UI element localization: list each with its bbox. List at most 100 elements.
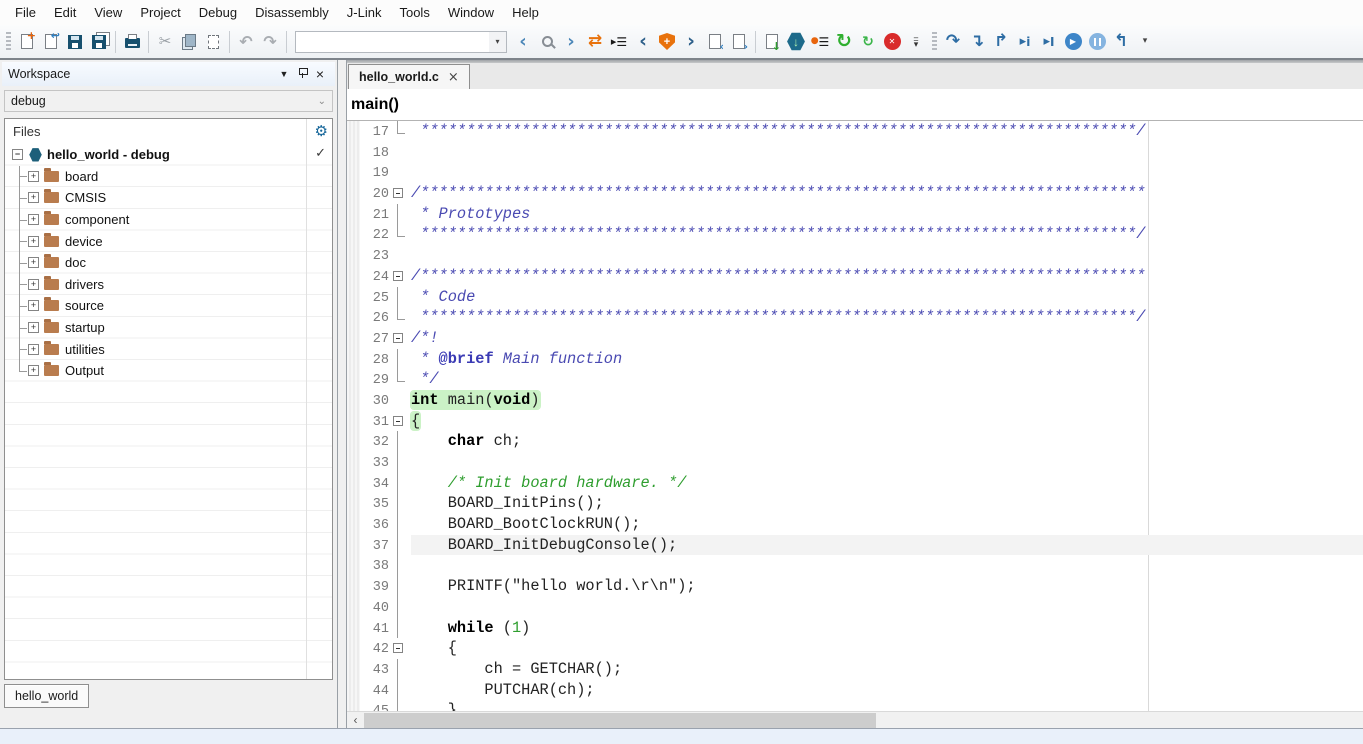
code-line-44[interactable]: 44 PUTCHAR(ch); [347,680,1363,701]
undo-icon[interactable]: ↶ [234,29,258,55]
tree-item-source[interactable]: +source [5,295,306,317]
code-line-40[interactable]: 40 [347,597,1363,618]
code-line-41[interactable]: 41 while (1) [347,618,1363,639]
quick-search-dropdown-icon[interactable]: ▾ [489,32,506,52]
browse-forward-icon[interactable]: › [559,29,583,55]
menu-tools[interactable]: Tools [390,2,438,23]
code-line-28[interactable]: 28 * @brief Main function [347,349,1363,370]
tree-item-board[interactable]: +board [5,166,306,188]
menu-disassembly[interactable]: Disassembly [246,2,338,23]
tree-item-cmsis[interactable]: +CMSIS [5,187,306,209]
scrollbar-thumb[interactable] [364,713,876,728]
open-file-icon[interactable]: ↩ [39,29,63,55]
expand-icon[interactable]: + [28,171,39,182]
expand-icon[interactable]: + [28,236,39,247]
code-line-29[interactable]: 29 */ [347,369,1363,390]
tree-item-drivers[interactable]: +drivers [5,274,306,296]
code-area[interactable]: 17 *************************************… [347,121,1363,711]
make-icon[interactable]: ↓ [760,29,784,55]
code-line-26[interactable]: 26 *************************************… [347,307,1363,328]
code-line-38[interactable]: 38 [347,555,1363,576]
step-into-icon[interactable]: ↴ [965,29,989,55]
code-line-21[interactable]: 21 * Prototypes [347,204,1363,225]
fold-marker-start[interactable] [393,183,411,204]
scroll-left-icon[interactable]: ‹ [347,712,364,728]
code-line-43[interactable]: 43 ch = GETCHAR(); [347,659,1363,680]
cut-icon[interactable]: ✂ [153,29,177,55]
code-line-20[interactable]: 20/*************************************… [347,183,1363,204]
expand-icon[interactable]: + [28,365,39,376]
code-line-45[interactable]: 45 } [347,700,1363,711]
code-line-39[interactable]: 39 PRINTF("hello world.\r\n"); [347,576,1363,597]
next-statement-icon[interactable]: ▸i [1013,29,1037,55]
code-line-36[interactable]: 36 BOARD_BootClockRUN(); [347,514,1363,535]
gear-icon[interactable]: ⚙ [315,122,328,140]
workspace-pin-icon[interactable] [293,65,311,83]
fold-marker-start[interactable] [393,328,411,349]
fold-marker-start[interactable] [393,411,411,432]
toolbar-grip-icon[interactable] [6,32,11,52]
tab-close-icon[interactable]: × [448,70,459,85]
workspace-close-icon[interactable]: × [311,66,329,82]
tree-item-utilities[interactable]: +utilities [5,338,306,360]
configuration-select[interactable]: debug ⌄ [4,90,333,112]
workspace-bottom-tab[interactable]: hello_world [4,684,89,708]
find-previous-icon[interactable]: ‹ [631,29,655,55]
expand-icon[interactable]: + [28,300,39,311]
code-line-18[interactable]: 18 [347,142,1363,163]
code-line-27[interactable]: 27/*! [347,328,1363,349]
code-line-25[interactable]: 25 * Code [347,287,1363,308]
toolbar-dropdown-icon[interactable]: ▾ [1133,29,1157,55]
step-out-icon[interactable]: ↱ [989,29,1013,55]
print-icon[interactable] [120,29,144,55]
code-line-33[interactable]: 33 [347,452,1363,473]
reset-icon[interactable]: ↰ [1109,29,1133,55]
code-line-22[interactable]: 22 *************************************… [347,224,1363,245]
code-line-30[interactable]: 30int main(void) [347,390,1363,411]
workspace-dropdown-icon[interactable]: ▼ [275,69,293,79]
menu-j-link[interactable]: J-Link [338,2,391,23]
find-next-icon[interactable]: › [679,29,703,55]
new-file-icon[interactable]: + [15,29,39,55]
code-line-31[interactable]: 31{ [347,411,1363,432]
tree-item-output[interactable]: +Output [5,360,306,382]
code-line-35[interactable]: 35 BOARD_InitPins(); [347,493,1363,514]
quick-search-input[interactable] [296,32,489,52]
toolbar-options-icon[interactable]: =▾ [904,29,928,55]
context-function-label[interactable]: main() [347,96,399,114]
menu-project[interactable]: Project [131,2,189,23]
paste-icon[interactable] [201,29,225,55]
run-to-cursor-icon[interactable]: ▸I [1037,29,1061,55]
go-icon[interactable]: ▶ [1061,29,1085,55]
browse-back-icon[interactable]: ‹ [511,29,535,55]
tree-item-device[interactable]: +device [5,230,306,252]
menu-window[interactable]: Window [439,2,503,23]
code-line-17[interactable]: 17 *************************************… [347,121,1363,142]
quick-search-combo[interactable]: ▾ [295,31,507,53]
tree-item-doc[interactable]: +doc [5,252,306,274]
menu-view[interactable]: View [85,2,131,23]
expand-icon[interactable]: + [28,257,39,268]
code-line-23[interactable]: 23 [347,245,1363,266]
code-line-37[interactable]: 37 BOARD_InitDebugConsole(); [347,535,1363,556]
code-line-24[interactable]: 24/*************************************… [347,266,1363,287]
expand-icon[interactable]: + [28,214,39,225]
tree-item-startup[interactable]: +startup [5,317,306,339]
menu-file[interactable]: File [6,2,45,23]
fold-marker-start[interactable] [393,266,411,287]
collapse-icon[interactable]: − [12,149,23,160]
fold-marker-start[interactable] [393,638,411,659]
save-file-icon[interactable] [63,29,87,55]
expand-icon[interactable]: + [28,279,39,290]
menu-help[interactable]: Help [503,2,548,23]
save-all-icon[interactable] [87,29,111,55]
stop-debugging-icon[interactable]: ✕ [880,29,904,55]
menu-edit[interactable]: Edit [45,2,85,23]
step-over-icon[interactable]: ↷ [941,29,965,55]
download-and-debug-icon[interactable]: ↓ [784,29,808,55]
restart-debugger-icon[interactable]: ↻ [832,29,856,55]
code-line-34[interactable]: 34 /* Init board hardware. */ [347,473,1363,494]
code-line-19[interactable]: 19 [347,162,1363,183]
code-line-42[interactable]: 42 { [347,638,1363,659]
toggle-bookmark-icon[interactable]: + [655,29,679,55]
